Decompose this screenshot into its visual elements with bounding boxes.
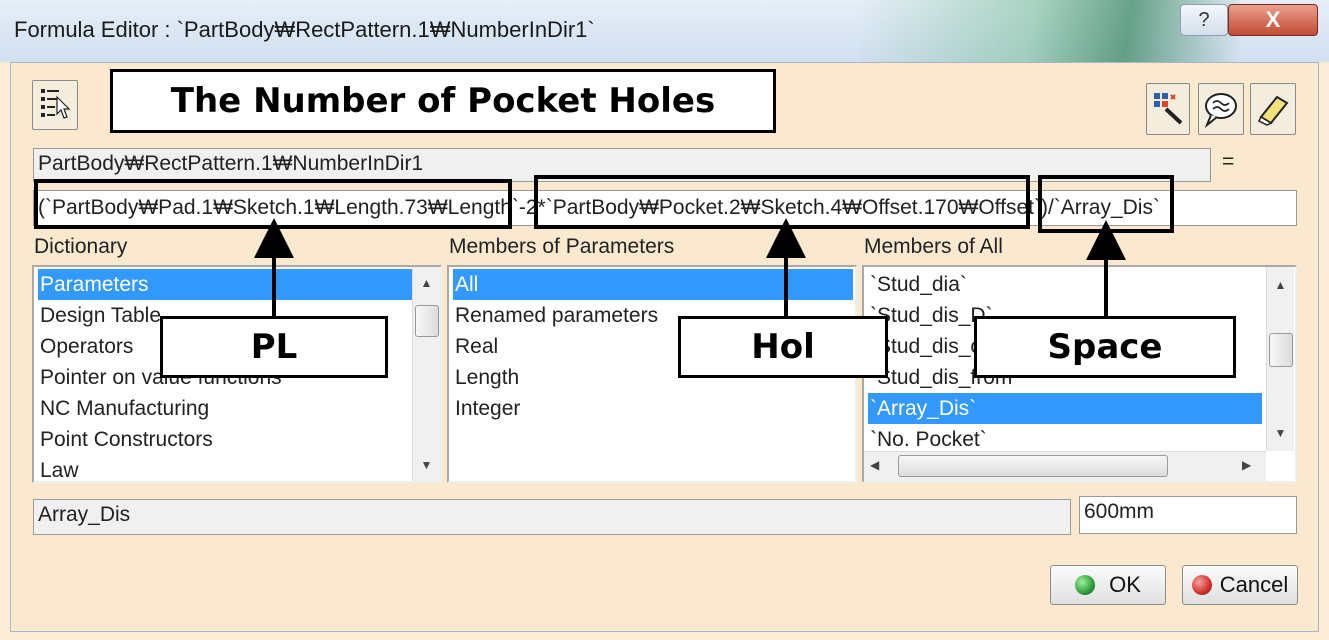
- annotation-space-box: Space: [974, 316, 1236, 378]
- annotation-hol-box: Hol: [678, 316, 888, 378]
- annotation-pl-box: PL: [160, 316, 388, 378]
